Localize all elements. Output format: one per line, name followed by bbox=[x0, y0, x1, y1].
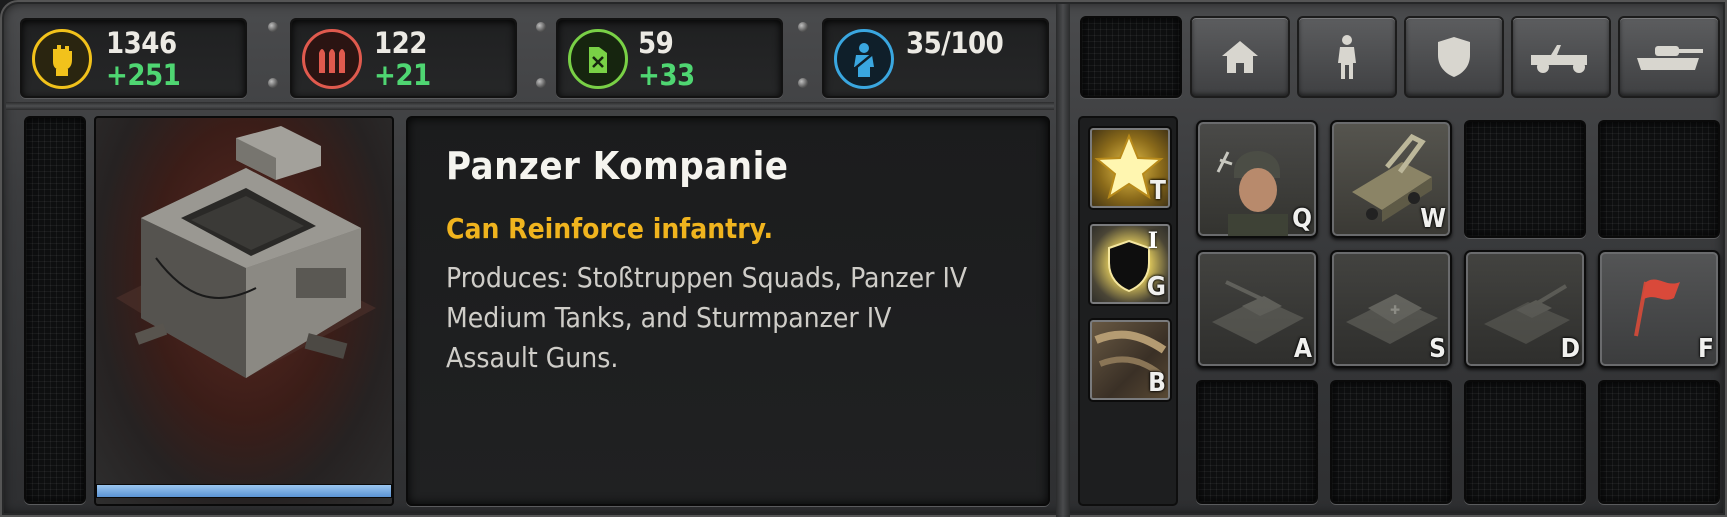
hotkey-label: G bbox=[1146, 272, 1166, 302]
hotkey-label: B bbox=[1148, 368, 1166, 398]
command-empty-slot bbox=[1196, 380, 1318, 504]
bolt bbox=[268, 78, 278, 88]
command-support-vehicle-button[interactable]: W bbox=[1330, 120, 1452, 238]
ability-tier-upgrade-button[interactable]: T bbox=[1088, 126, 1172, 210]
building-name: Panzer Kompanie bbox=[446, 144, 789, 188]
command-unit-d-button[interactable]: D bbox=[1464, 250, 1586, 368]
command-stosstruppen-button[interactable]: Q bbox=[1196, 120, 1318, 238]
bolt bbox=[536, 78, 546, 88]
resource-manpower: 1346 +251 bbox=[20, 18, 247, 98]
command-empty-slot bbox=[1330, 380, 1452, 504]
ammo-icon bbox=[302, 29, 362, 89]
fuel-income: +33 bbox=[638, 58, 695, 92]
command-empty-slot bbox=[1598, 380, 1720, 504]
resource-fuel: 59 +33 bbox=[556, 18, 783, 98]
command-panzer-iv-button[interactable]: A bbox=[1196, 250, 1318, 368]
svg-text:✚: ✚ bbox=[1390, 303, 1400, 317]
description-panel: Panzer Kompanie Can Reinforce infantry. … bbox=[406, 116, 1050, 506]
category-support-button[interactable] bbox=[1404, 16, 1504, 98]
ability-build-button[interactable]: B bbox=[1088, 318, 1172, 402]
frame-divider-top bbox=[6, 102, 1054, 110]
jeep-icon bbox=[1531, 45, 1587, 73]
command-rally-point-button[interactable]: F bbox=[1598, 250, 1720, 368]
ability-defense-button[interactable]: I G bbox=[1088, 222, 1172, 306]
bolt bbox=[536, 22, 546, 32]
command-empty-slot bbox=[1598, 120, 1720, 238]
building-portrait bbox=[94, 116, 394, 506]
build-progress-track bbox=[96, 484, 392, 498]
hotkey-label: T bbox=[1150, 176, 1166, 206]
resource-munitions: 122 +21 bbox=[290, 18, 517, 98]
hotkey-label: Q bbox=[1292, 204, 1312, 234]
tank-icon bbox=[1637, 46, 1703, 70]
munitions-amount: 122 bbox=[374, 26, 427, 60]
manpower-amount: 1346 bbox=[106, 26, 177, 60]
command-sturmpanzer-button[interactable]: ✚ S bbox=[1330, 250, 1452, 368]
shield-icon bbox=[1438, 37, 1470, 77]
category-infantry-button[interactable] bbox=[1297, 16, 1397, 98]
hotkey-label: F bbox=[1698, 334, 1714, 364]
category-buildings-button[interactable] bbox=[1190, 16, 1290, 98]
building-description: Produces: Stoßtruppen Squads, Panzer IV … bbox=[446, 261, 968, 374]
fuel-amount: 59 bbox=[638, 26, 674, 60]
hotkey-label: D bbox=[1560, 334, 1580, 364]
panzer-kompanie-building-image bbox=[116, 126, 376, 378]
frame-divider bbox=[1056, 4, 1070, 517]
build-progress-fill bbox=[97, 485, 391, 497]
fist-icon bbox=[32, 29, 92, 89]
command-empty-slot bbox=[1464, 120, 1586, 238]
bolt bbox=[798, 78, 808, 88]
category-tanks-button[interactable] bbox=[1618, 16, 1720, 98]
fuel-can-icon bbox=[568, 29, 628, 89]
population-count: 35/100 bbox=[906, 26, 1004, 60]
left-grille bbox=[24, 116, 86, 504]
building-ability-text: Can Reinforce infantry. bbox=[446, 212, 774, 245]
resource-population: 35/100 bbox=[822, 18, 1049, 98]
soldier-icon bbox=[834, 29, 894, 89]
category-empty-slot bbox=[1080, 16, 1182, 98]
hotkey-label: W bbox=[1420, 204, 1446, 234]
command-empty-slot bbox=[1464, 380, 1586, 504]
manpower-income: +251 bbox=[106, 58, 181, 92]
munitions-income: +21 bbox=[374, 58, 431, 92]
hotkey-label: S bbox=[1429, 334, 1446, 364]
infantry-icon bbox=[1338, 35, 1356, 79]
home-icon bbox=[1222, 41, 1258, 73]
bolt bbox=[798, 22, 808, 32]
category-vehicles-button[interactable] bbox=[1511, 16, 1611, 98]
bolt bbox=[268, 22, 278, 32]
hotkey-label: A bbox=[1293, 334, 1312, 364]
